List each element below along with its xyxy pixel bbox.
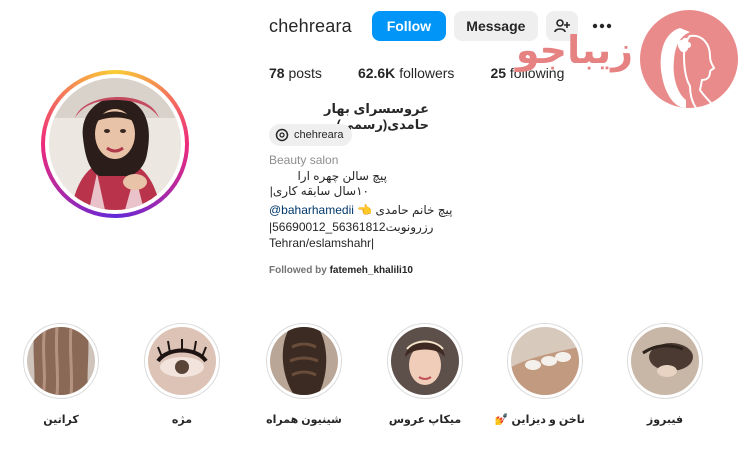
mention-link[interactable]: @baharhamedii: [269, 203, 354, 217]
avatar[interactable]: [49, 78, 181, 210]
highlight-cover: [148, 327, 216, 395]
highlight-label: شینیون همراه: [266, 414, 342, 426]
threads-badge[interactable]: chehreara: [269, 124, 352, 146]
profile-category: Beauty salon: [269, 153, 339, 167]
highlight-ring: [23, 323, 99, 399]
highlight-ring: [144, 323, 220, 399]
highlight-cover: [631, 327, 699, 395]
bio-line: Tehran/eslamshahr|: [269, 236, 375, 250]
highlight-cover: [391, 327, 459, 395]
stat-followers[interactable]: 62.6K followers: [358, 65, 455, 81]
bio-line: پیچ سالن چهره ارا: [297, 169, 387, 183]
highlight-cover: [511, 327, 579, 395]
profile-avatar-ring[interactable]: [41, 70, 189, 218]
highlight-item[interactable]: ناخن و دیزاین 💅: [494, 323, 585, 426]
stat-count: 25: [490, 65, 507, 81]
highlight-ring: [266, 323, 342, 399]
stat-label: posts: [288, 65, 322, 81]
stat-count: 62.6K: [357, 65, 396, 81]
watermark-emblem: [640, 10, 738, 108]
woman-silhouette-icon: [660, 28, 718, 108]
followed-by-user: fatemeh_khalili10: [329, 265, 413, 276]
highlight-item[interactable]: شینیون همراه: [264, 323, 344, 426]
highlight-item[interactable]: میکاپ عروس: [385, 323, 465, 426]
stat-label: followers: [399, 65, 455, 81]
story-highlights: فیبروز ناخن و دیزاین 💅 میکاپ عروس شینیون…: [0, 323, 750, 433]
stat-posts[interactable]: 78 posts: [269, 65, 322, 81]
highlight-cover: [270, 327, 338, 395]
highlight-cover: [27, 327, 95, 395]
stat-count: 78: [269, 65, 285, 81]
followed-by[interactable]: Followed by fatemeh_khalili10: [269, 265, 413, 276]
threads-icon: [273, 126, 291, 144]
watermark-logo: زیباجو: [505, 10, 740, 110]
highlight-label: مژه: [171, 414, 193, 426]
bio-text: پیچ خانم حامدی 👈: [357, 203, 453, 217]
highlight-ring: [387, 323, 463, 399]
bio-line: ۱۰سال سابقه کاری|: [269, 184, 369, 198]
bio-line: رزرونوبت56361812_56690012|: [269, 220, 434, 234]
username: chehreara: [269, 15, 352, 36]
highlight-ring: [507, 323, 583, 399]
highlight-label: ناخن و دیزاین 💅: [494, 414, 585, 426]
highlight-item[interactable]: مژه: [142, 323, 222, 426]
highlight-ring: [627, 323, 703, 399]
avatar-frame: [45, 74, 185, 214]
avatar-image: [49, 78, 181, 210]
bio-line-mention: @baharhamedii پیچ خانم حامدی 👈: [269, 203, 453, 218]
highlight-label: کراتین: [43, 414, 79, 426]
highlight-label: میکاپ عروس: [388, 414, 462, 426]
followed-by-prefix: Followed by: [269, 265, 327, 276]
highlight-item[interactable]: فیبروز: [625, 323, 705, 426]
watermark-text: زیباجو: [515, 28, 634, 72]
threads-handle: chehreara: [294, 129, 344, 141]
highlight-item[interactable]: کراتین: [21, 323, 101, 426]
highlight-label: فیبروز: [646, 414, 684, 426]
follow-button[interactable]: Follow: [371, 11, 446, 41]
